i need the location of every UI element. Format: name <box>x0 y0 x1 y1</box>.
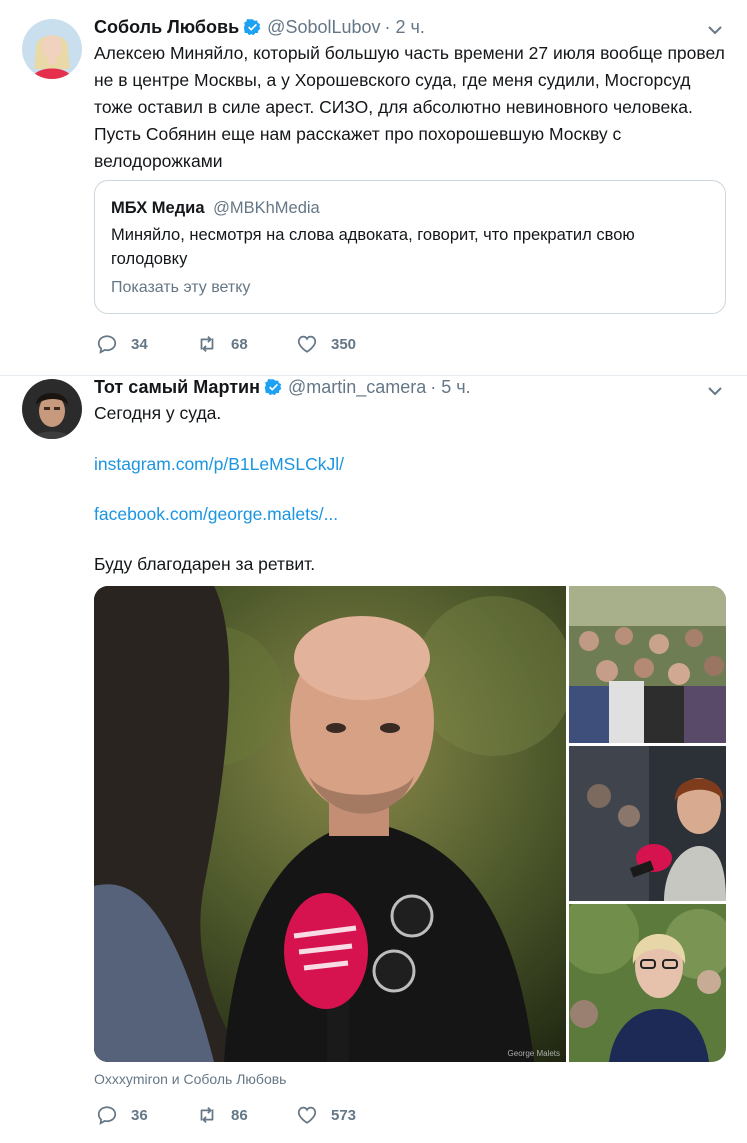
reply-icon <box>97 1106 117 1125</box>
separator-dot: · <box>384 16 391 37</box>
media-grid: George Malets <box>94 586 726 1062</box>
photo-blonde-woman[interactable] <box>569 904 726 1062</box>
tweet-text: Алексею Миняйло, который большую часть в… <box>94 43 725 171</box>
separator-dot: · <box>430 376 437 397</box>
retweet-button[interactable]: 68 <box>196 333 296 355</box>
tweet-header: Тот самый Мартин @martin_camera · 5 ч. <box>94 375 471 399</box>
verified-badge-icon <box>244 18 261 35</box>
photo-main[interactable]: George Malets <box>94 586 566 1062</box>
like-count: 350 <box>331 335 357 353</box>
retweet-count: 86 <box>231 1106 248 1124</box>
tweet-text-line1: Сегодня у суда. <box>94 403 222 423</box>
quoted-text: Миняйло, несмотря на слова адвоката, гов… <box>111 226 635 268</box>
avatar[interactable] <box>22 379 82 439</box>
timestamp[interactable]: 2 ч. <box>396 17 425 38</box>
tagged-users[interactable]: Oxxxymiron и Соболь Любовь <box>94 1071 286 1087</box>
show-thread-link[interactable]: Показать эту ветку <box>111 279 250 297</box>
tweet-martin[interactable]: Тот самый Мартин @martin_camera · 5 ч. С… <box>0 377 747 1143</box>
quoted-author-name: МБХ Медиа <box>111 199 205 217</box>
like-count: 573 <box>331 1106 357 1124</box>
quoted-author-handle: @MBKhMedia <box>213 199 320 217</box>
quoted-header: МБХ Медиа @MBKhMedia <box>111 199 320 218</box>
author-name[interactable]: Тот самый Мартин <box>94 377 260 398</box>
retweet-button[interactable]: 86 <box>196 1104 296 1126</box>
retweet-count: 68 <box>231 335 248 353</box>
timestamp[interactable]: 5 ч. <box>441 377 470 398</box>
like-button[interactable]: 573 <box>296 1104 396 1126</box>
avatar[interactable] <box>22 19 82 79</box>
photo-woman-mic[interactable] <box>569 746 726 901</box>
instagram-link[interactable]: instagram.com/p/B1LeMSLCkJl/ <box>94 451 344 478</box>
tweet-actions: 34 68 350 <box>96 333 396 355</box>
verified-badge-icon <box>264 378 282 395</box>
heart-icon <box>297 335 317 353</box>
like-button[interactable]: 350 <box>296 333 396 355</box>
reply-icon <box>97 335 117 354</box>
author-handle[interactable]: @martin_camera <box>288 377 426 398</box>
author-handle[interactable]: @SobolLubov <box>267 17 380 38</box>
chevron-down-icon[interactable] <box>705 20 725 40</box>
reply-count: 34 <box>131 335 148 353</box>
facebook-link[interactable]: facebook.com/george.malets/... <box>94 501 338 528</box>
reply-button[interactable]: 36 <box>96 1104 196 1126</box>
heart-icon <box>297 1106 317 1124</box>
photo-watermark: George Malets <box>507 1049 560 1058</box>
retweet-icon <box>200 1107 214 1123</box>
tweet-actions: 36 86 573 <box>96 1104 396 1126</box>
quoted-tweet[interactable]: МБХ Медиа @MBKhMedia Миняйло, несмотря н… <box>94 180 726 314</box>
tweet-sobol[interactable]: Соболь Любовь @SobolLubov · 2 ч. Алексею… <box>0 0 747 376</box>
reply-count: 36 <box>131 1106 148 1124</box>
retweet-icon <box>200 336 214 352</box>
chevron-down-icon[interactable] <box>705 381 725 401</box>
photo-crowd[interactable] <box>569 586 726 743</box>
tweet-text-line2: Буду благодарен за ретвит. <box>94 554 316 574</box>
reply-button[interactable]: 34 <box>96 333 196 355</box>
tweet-header: Соболь Любовь @SobolLubov · 2 ч. <box>94 15 425 39</box>
author-name[interactable]: Соболь Любовь <box>94 17 239 38</box>
